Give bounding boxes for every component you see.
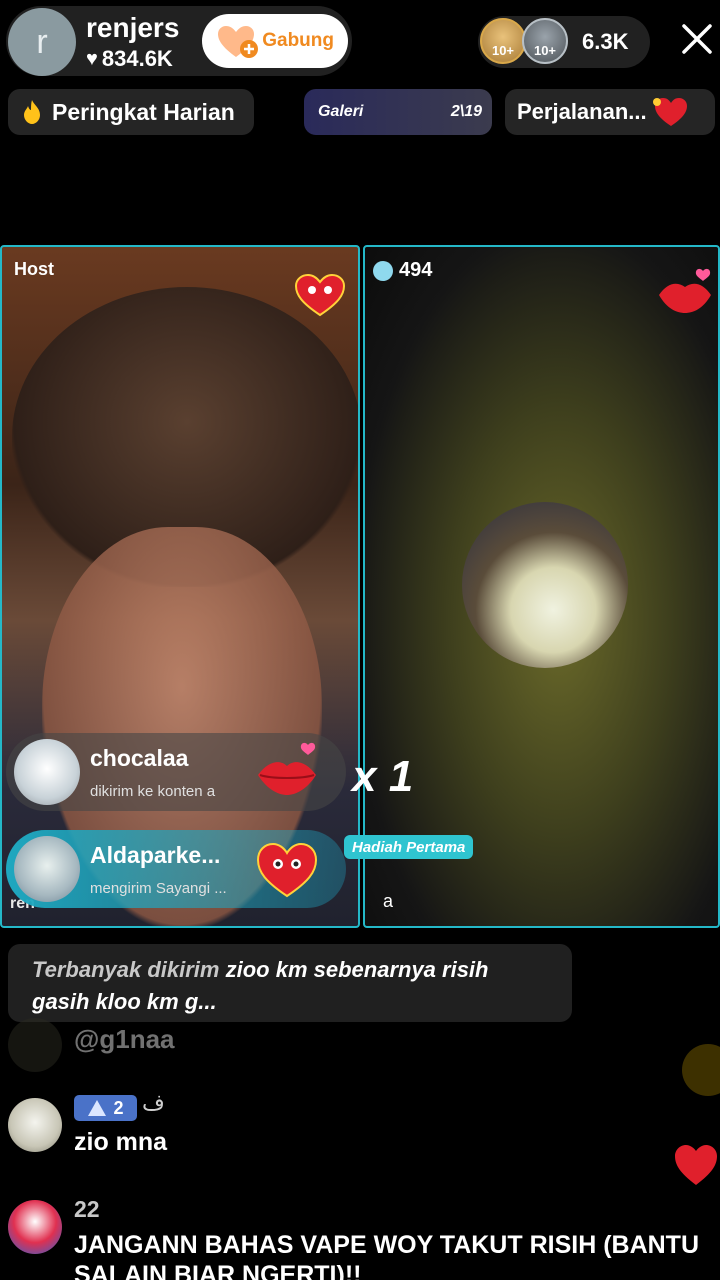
- heart-icon: ♥: [86, 47, 98, 70]
- diamond-icon: [373, 260, 393, 281]
- top-viewer-badge-1[interactable]: 10+: [480, 18, 526, 64]
- journey-button[interactable]: Perjalanan...: [505, 89, 715, 135]
- heart-icon: [675, 1145, 717, 1185]
- gallery-button[interactable]: Galeri 2\19: [304, 89, 492, 135]
- close-button[interactable]: [676, 18, 718, 60]
- join-heart-icon: [218, 26, 258, 58]
- user-name-mark: ف: [142, 1090, 165, 1115]
- journey-gift-icon: [652, 98, 687, 126]
- ranking-label: Peringkat Harian: [52, 98, 235, 125]
- floating-like-icon: [682, 1044, 720, 1096]
- gift-notification: chocalaa dikirim ke konten a: [6, 733, 346, 811]
- chat-message-text: zio mna: [74, 1128, 168, 1156]
- gift-description: mengirim Sayangi ...: [90, 880, 227, 897]
- gallery-count: 2\19: [450, 103, 482, 120]
- triangle-badge-icon: [88, 1100, 107, 1116]
- lips-gift-icon: [659, 268, 711, 313]
- heart-face-gift-icon: [256, 842, 318, 898]
- host-tag: Host: [14, 259, 54, 279]
- host-likes-count: 834.6K: [101, 46, 173, 71]
- chat-avatar[interactable]: [8, 1200, 62, 1254]
- guest-label: a: [383, 891, 394, 911]
- journey-label: Perjalanan...: [517, 99, 647, 124]
- gift-sender-name: Aldaparke...: [90, 842, 221, 868]
- gallery-label: Galeri: [318, 103, 364, 120]
- lips-gift-icon: [258, 742, 316, 795]
- gift-sender-name: chocalaa: [90, 745, 189, 771]
- viewer-list[interactable]: 10+ 10+ 6.3K: [478, 16, 650, 68]
- host-avatar[interactable]: r: [8, 8, 76, 76]
- badge-1-label: 10+: [491, 43, 515, 58]
- badge-2-label: 10+: [533, 43, 557, 58]
- gift-sender-avatar[interactable]: [14, 739, 80, 805]
- user-level-value: 22: [74, 1196, 100, 1222]
- chat-avatar[interactable]: [8, 1098, 62, 1152]
- gift-notification: Aldaparke... mengirim Sayangi ...: [6, 830, 346, 908]
- host-likes: ♥ 834.6K: [86, 46, 173, 72]
- daily-ranking-button[interactable]: Peringkat Harian: [8, 89, 254, 135]
- gift-combo-count: x 1: [352, 752, 414, 801]
- guest-score: 494: [373, 259, 432, 282]
- host-name: renjers: [86, 12, 180, 43]
- heart-face-gift-icon: [294, 273, 346, 317]
- first-gift-badge: Hadiah Pertama: [344, 835, 474, 859]
- top-gifter-prefix: Terbanyak dikirim: [32, 957, 220, 982]
- host-avatar-letter: r: [36, 22, 48, 61]
- guest-score-value: 494: [399, 259, 433, 281]
- user-level-value: 2: [113, 1097, 124, 1118]
- top-viewer-badge-2[interactable]: 10+: [522, 18, 568, 64]
- fire-icon: [24, 100, 40, 124]
- top-gifter-banner: Terbanyak dikirim zioo km sebenarnya ris…: [8, 944, 572, 1022]
- user-level-badge: 2: [74, 1095, 137, 1121]
- chat-avatar[interactable]: [8, 1018, 62, 1072]
- join-button[interactable]: Gabung: [202, 14, 348, 68]
- close-icon: [682, 24, 712, 54]
- join-label: Gabung: [262, 30, 334, 51]
- chat-message-faded: @g1naa: [74, 1024, 175, 1054]
- guest-video-panel[interactable]: 494 a: [363, 245, 720, 928]
- gift-description: dikirim ke konten a: [90, 783, 216, 800]
- host-video-panel[interactable]: Host ren: [0, 245, 360, 928]
- chat-message-text: JANGANN BAHAS VAPE WOY TAKUT RISIH (BANT…: [74, 1231, 700, 1280]
- gift-sender-avatar[interactable]: [14, 836, 80, 902]
- viewer-count: 6.3K: [582, 29, 629, 54]
- guest-avatar[interactable]: [462, 502, 628, 668]
